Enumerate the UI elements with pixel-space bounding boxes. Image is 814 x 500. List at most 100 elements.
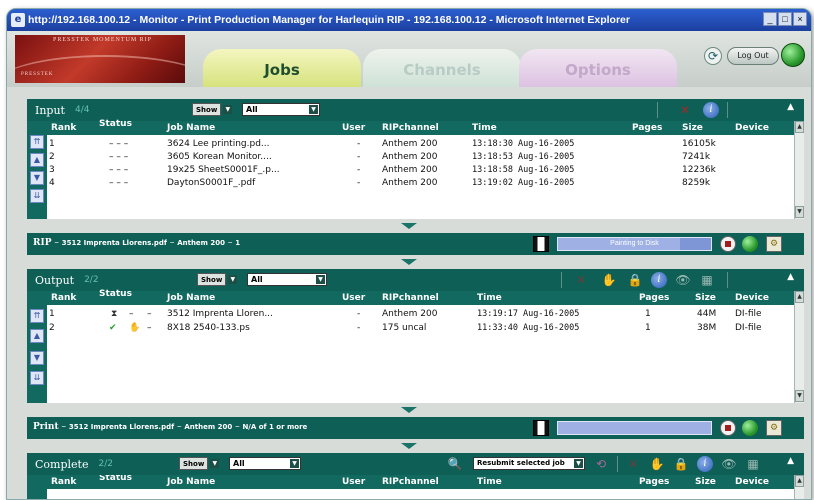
col-job-name[interactable]: Job Name <box>167 477 215 487</box>
col-time[interactable]: Time <box>477 293 502 303</box>
col-status[interactable]: Status <box>99 119 132 129</box>
move-up-icon[interactable]: ▲ <box>30 153 44 167</box>
edit-icon[interactable]: ▦ <box>699 272 715 288</box>
delete-icon[interactable]: ✕ <box>625 456 641 472</box>
table-row[interactable]: 1 ⧗ – – 3512 Imprenta Lloren... - Anthem… <box>47 308 794 321</box>
col-pages[interactable]: Pages <box>639 293 669 303</box>
move-down-icon[interactable]: ▼ <box>30 351 44 365</box>
splitter-arrow-icon[interactable] <box>401 259 417 265</box>
col-ripchannel[interactable]: RIPchannel <box>382 293 439 303</box>
col-size[interactable]: Size <box>695 477 716 487</box>
col-ripchannel[interactable]: RIPchannel <box>382 477 439 487</box>
col-job-name[interactable]: Job Name <box>167 293 215 303</box>
move-up-icon[interactable]: ▲ <box>30 329 44 343</box>
move-bottom-icon[interactable]: ⇊ <box>30 189 44 203</box>
complete-filter-select[interactable]: All ▼ <box>229 457 301 470</box>
col-size[interactable]: Size <box>682 123 703 133</box>
refresh-icon[interactable]: ⟳ <box>704 47 722 65</box>
col-status[interactable]: Status <box>99 289 132 299</box>
table-row[interactable]: 4 – – – DaytonS0001F_.pdf - Anthem 200 1… <box>47 177 794 190</box>
preview-eye-icon[interactable]: 👁 <box>721 456 737 472</box>
settings-icon[interactable]: ⚙ <box>766 236 782 252</box>
scroll-down-icon[interactable]: ▼ <box>795 206 804 218</box>
scroll-up-icon[interactable]: ▲ <box>795 475 804 487</box>
move-top-icon[interactable]: ⇈ <box>30 309 44 323</box>
tab-channels[interactable]: Channels <box>363 49 521 87</box>
complete-scrollbar[interactable]: ▲ <box>794 475 804 499</box>
move-down-icon[interactable]: ▼ <box>30 171 44 185</box>
col-rank[interactable]: Rank <box>51 123 76 133</box>
input-filter-select[interactable]: All ▼ <box>242 103 320 116</box>
table-row[interactable]: 2 ✔ ✋ – 8X18 2540-133.ps - 175 uncal 11:… <box>47 322 794 335</box>
status-cell: – – – <box>109 139 129 149</box>
col-size[interactable]: Size <box>695 293 716 303</box>
close-button[interactable]: × <box>793 12 807 26</box>
col-rank[interactable]: Rank <box>51 477 76 487</box>
col-job-name[interactable]: Job Name <box>167 123 215 133</box>
output-filter-select[interactable]: All ▼ <box>247 273 327 286</box>
input-scrollbar[interactable]: ▲ ▼ <box>794 121 804 219</box>
col-time[interactable]: Time <box>477 477 502 487</box>
complete-show-dropdown[interactable]: Show ▼ <box>179 457 220 470</box>
stop-icon[interactable] <box>720 420 736 436</box>
col-device[interactable]: Device <box>735 123 769 133</box>
scroll-down-icon[interactable]: ▼ <box>795 390 804 402</box>
collapse-icon[interactable]: ▲ <box>787 102 794 112</box>
col-pages[interactable]: Pages <box>632 123 662 133</box>
input-show-dropdown[interactable]: Show ▼ <box>192 103 233 116</box>
col-device[interactable]: Device <box>735 293 769 303</box>
settings-icon[interactable]: ⚙ <box>766 420 782 436</box>
filter-value: All <box>233 459 245 468</box>
col-status[interactable]: Status <box>99 475 132 483</box>
delete-icon[interactable]: ✕ <box>573 272 589 288</box>
move-bottom-icon[interactable]: ⇊ <box>30 371 44 385</box>
output-show-dropdown[interactable]: Show ▼ <box>197 273 238 286</box>
table-row[interactable]: 3 – – – 19x25 SheetS0001F_.p... - Anthem… <box>47 164 794 177</box>
table-row[interactable]: 1 – – – 3624 Lee printing.pd... - Anthem… <box>47 138 794 151</box>
maximize-button[interactable]: □ <box>778 12 792 26</box>
table-row[interactable]: 2 – – – 3605 Korean Monitor.... - Anthem… <box>47 151 794 164</box>
preview-eye-icon[interactable]: 👁 <box>675 272 691 288</box>
info-icon[interactable]: i <box>697 456 713 472</box>
resubmit-select[interactable]: Resubmit selected job ▼ <box>473 457 585 470</box>
stop-icon[interactable] <box>720 236 736 252</box>
lock-icon[interactable]: 🔒 <box>673 456 689 472</box>
ripchannel-cell: Anthem 200 <box>382 165 438 175</box>
info-icon[interactable]: i <box>651 272 667 288</box>
delete-icon[interactable]: ✕ <box>677 102 693 118</box>
hold-hand-icon[interactable]: ✋ <box>649 456 665 472</box>
col-user[interactable]: User <box>342 123 365 133</box>
output-scrollbar[interactable]: ▲ ▼ <box>794 291 804 403</box>
splitter-arrow-icon[interactable] <box>401 223 417 229</box>
status-cell: – – – <box>109 178 129 188</box>
col-device[interactable]: Device <box>735 477 769 487</box>
minimize-button[interactable]: _ <box>763 12 777 26</box>
logout-button[interactable]: Log Out <box>727 47 779 65</box>
col-time[interactable]: Time <box>472 123 497 133</box>
complete-table: Rank Status Job Name User RIPchannel Tim… <box>27 475 804 499</box>
edit-icon[interactable]: ▦ <box>745 456 761 472</box>
col-user[interactable]: User <box>342 477 365 487</box>
rip-progress-label: Painting to Disk <box>610 240 659 247</box>
splitter-arrow-icon[interactable] <box>401 443 417 449</box>
splitter-arrow-icon[interactable] <box>401 407 417 413</box>
search-icon[interactable]: 🔍 <box>447 456 463 472</box>
go-icon[interactable] <box>742 420 758 436</box>
hold-hand-icon[interactable]: ✋ <box>601 272 617 288</box>
print-status: N/A of 1 or more <box>242 423 308 431</box>
collapse-icon[interactable]: ▲ <box>787 456 794 466</box>
info-icon[interactable]: i <box>703 102 719 118</box>
scroll-up-icon[interactable]: ▲ <box>795 291 804 303</box>
lock-icon[interactable]: 🔒 <box>627 272 643 288</box>
go-icon[interactable] <box>742 236 758 252</box>
col-ripchannel[interactable]: RIPchannel <box>382 123 439 133</box>
col-pages[interactable]: Pages <box>639 477 669 487</box>
resubmit-icon[interactable]: ⟲ <box>593 456 609 472</box>
scroll-up-icon[interactable]: ▲ <box>795 121 804 133</box>
tab-options[interactable]: Options <box>519 49 677 87</box>
move-top-icon[interactable]: ⇈ <box>30 135 44 149</box>
col-rank[interactable]: Rank <box>51 293 76 303</box>
tab-jobs[interactable]: Jobs <box>203 49 361 87</box>
col-user[interactable]: User <box>342 293 365 303</box>
collapse-icon[interactable]: ▲ <box>787 272 794 282</box>
